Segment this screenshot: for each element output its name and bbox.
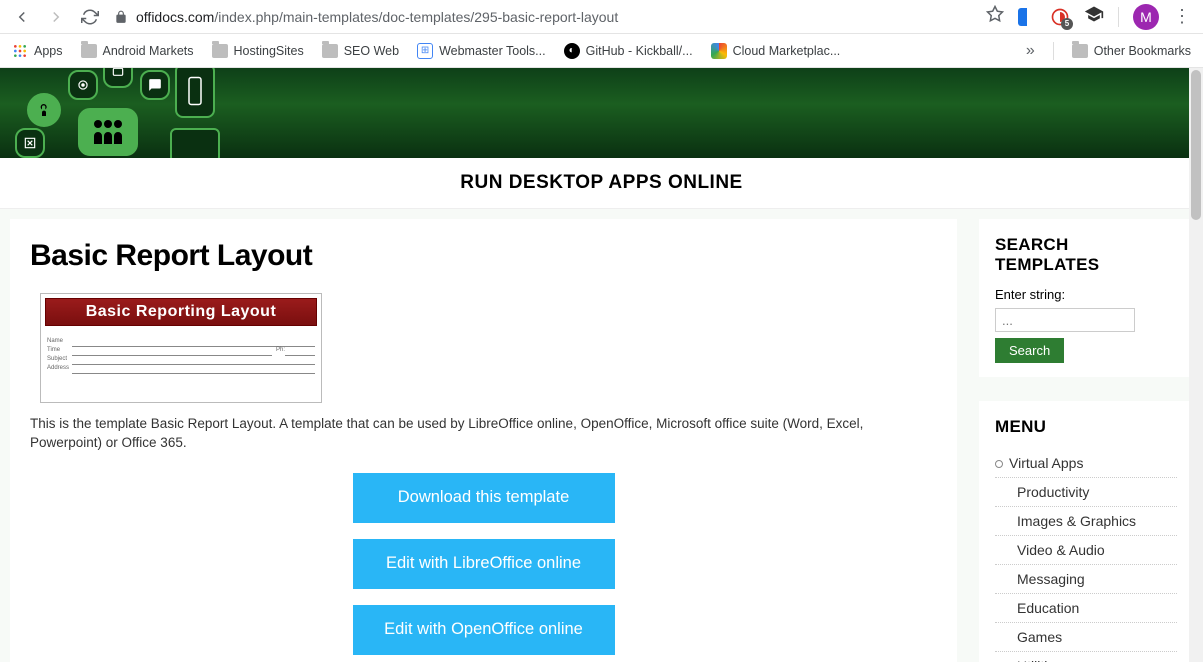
thumbnail-title: Basic Reporting Layout [45,298,317,326]
search-heading: SEARCH TEMPLATES [995,235,1177,275]
menu-box: MENU Virtual Apps Productivity Images & … [979,401,1193,662]
tagline: RUN DESKTOP APPS ONLINE [0,158,1203,209]
extension-icon-3[interactable] [1084,4,1104,29]
sidebar: SEARCH TEMPLATES Enter string: Search ME… [979,219,1193,662]
back-button[interactable] [12,7,32,27]
menu-child-item[interactable]: Games [995,622,1177,651]
extension-icon-1[interactable] [1018,8,1036,26]
search-input[interactable] [995,308,1135,332]
browser-toolbar: offidocs.com/index.php/main-templates/do… [0,0,1203,34]
menu-parent-item[interactable]: Virtual Apps [995,449,1177,477]
bookmark-overflow-icon[interactable]: » [1026,42,1035,60]
folder-icon [322,44,338,58]
address-bar[interactable]: offidocs.com/index.php/main-templates/do… [114,3,972,31]
bookmark-bar: Apps Android Markets HostingSites SEO We… [0,34,1203,68]
scrollbar[interactable] [1189,68,1203,662]
favicon: ⊞ [417,43,433,59]
menu-child-item[interactable]: Education [995,593,1177,622]
star-icon[interactable] [986,5,1004,28]
browser-menu-icon[interactable]: ⋮ [1173,6,1191,27]
menu-child-item[interactable]: Video & Audio [995,535,1177,564]
bookmark-link[interactable]: Cloud Marketplac... [711,43,841,59]
edit-openoffice-button[interactable]: Edit with OpenOffice online [353,605,615,655]
site-banner [0,68,1203,158]
apps-shortcut[interactable]: Apps [12,43,63,59]
main-column: Basic Report Layout Basic Reporting Layo… [10,219,957,662]
bookmark-folder[interactable]: Android Markets [81,44,194,58]
menu-child-item[interactable]: Images & Graphics [995,506,1177,535]
search-box: SEARCH TEMPLATES Enter string: Search [979,219,1193,377]
menu-heading: MENU [995,417,1177,437]
apps-label: Apps [34,44,63,58]
forward-button[interactable] [46,7,66,27]
menu-child-item[interactable]: Productivity [995,477,1177,506]
apps-icon [12,43,28,59]
favicon [711,43,727,59]
lock-icon [114,10,128,24]
bookmark-folder[interactable]: SEO Web [322,44,399,58]
search-label: Enter string: [995,287,1177,302]
bookmark-link[interactable]: ⊞Webmaster Tools... [417,43,546,59]
bookmark-folder[interactable]: HostingSites [212,44,304,58]
favicon: ◐ [564,43,580,59]
separator [1118,7,1119,27]
separator [1053,42,1054,60]
thumbnail-body: Name TimePh: Subject Address [41,330,321,374]
search-button[interactable]: Search [995,338,1064,363]
bookmark-link[interactable]: ◐GitHub - Kickball/... [564,43,693,59]
page-title: Basic Report Layout [30,239,937,273]
edit-libreoffice-button[interactable]: Edit with LibreOffice online [353,539,615,589]
banner-graphic [5,68,235,158]
extension-badge: 5 [1061,18,1073,30]
menu-child-item[interactable]: Messaging [995,564,1177,593]
download-button[interactable]: Download this template [353,473,615,523]
menu-child-item[interactable]: Utilities [995,651,1177,662]
folder-icon [81,44,97,58]
folder-icon [212,44,228,58]
scrollbar-thumb[interactable] [1191,70,1201,220]
other-bookmarks[interactable]: Other Bookmarks [1072,44,1191,58]
page-content: RUN DESKTOP APPS ONLINE Basic Report Lay… [0,68,1203,662]
description: This is the template Basic Report Layout… [30,415,937,453]
profile-avatar[interactable]: M [1133,4,1159,30]
url-text: offidocs.com/index.php/main-templates/do… [136,9,618,25]
folder-icon [1072,44,1088,58]
reload-button[interactable] [80,7,100,27]
template-thumbnail[interactable]: Basic Reporting Layout Name TimePh: Subj… [40,293,322,403]
extension-icon-2[interactable]: 5 [1050,7,1070,27]
